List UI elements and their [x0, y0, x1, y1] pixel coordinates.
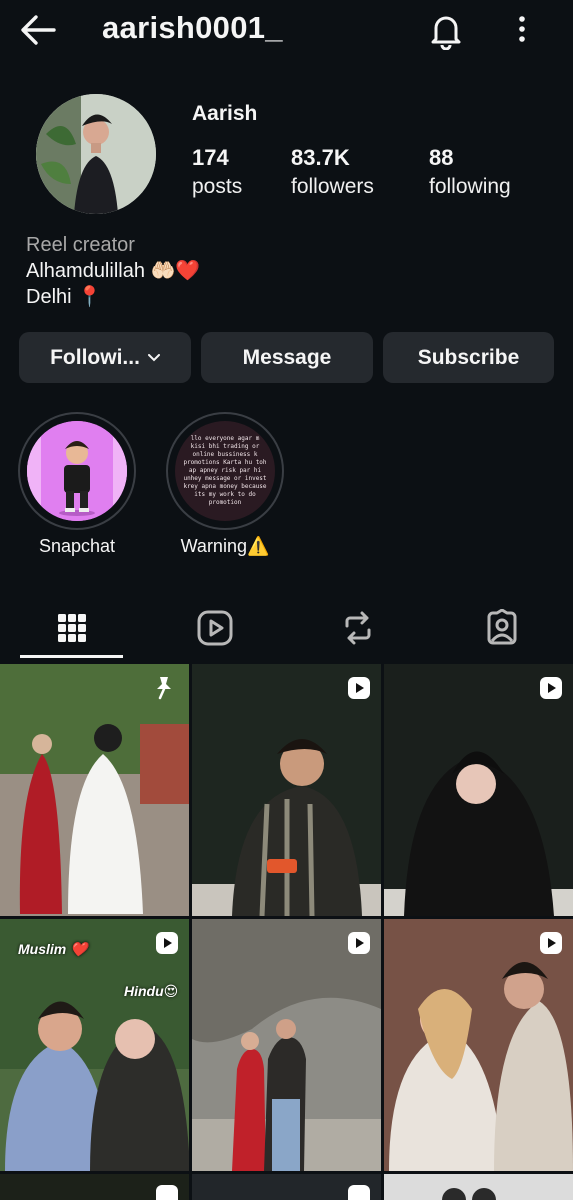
bio-line-2: Delhi 📍 — [26, 286, 103, 308]
top-bar: aarish0001_ — [0, 0, 573, 60]
subscribe-button[interactable]: Subscribe — [383, 332, 554, 383]
following-count: 88 — [429, 145, 454, 170]
highlight-ring: llo everyone agar m kisi bhi trading or … — [166, 412, 284, 530]
grid-post[interactable] — [384, 1174, 573, 1200]
posts-label: posts — [192, 175, 243, 198]
chevron-down-icon — [147, 353, 160, 361]
reel-indicator-icon — [156, 932, 178, 954]
back-button[interactable] — [18, 12, 58, 48]
grid-post[interactable] — [384, 664, 573, 916]
tab-posts-grid[interactable] — [0, 598, 143, 658]
post-thumbnail — [384, 919, 573, 1171]
snapchat-highlight-cover — [27, 421, 127, 521]
avatar-photo — [36, 94, 156, 214]
message-button-label: Message — [242, 345, 332, 369]
grid-post[interactable] — [0, 1174, 189, 1200]
tagged-user-icon — [487, 609, 516, 645]
message-button[interactable]: Message — [201, 332, 373, 383]
active-tab-indicator — [20, 655, 123, 658]
highlight-warning[interactable]: llo everyone agar m kisi bhi trading or … — [166, 412, 284, 557]
reel-indicator-icon — [540, 932, 562, 954]
repost-icon — [345, 611, 370, 645]
reel-indicator-icon — [348, 932, 370, 954]
highlight-snapchat[interactable]: Snapchat — [18, 412, 136, 557]
highlight-ring — [18, 412, 136, 530]
tab-tagged[interactable] — [430, 598, 573, 658]
bitmoji-avatar — [27, 421, 127, 521]
followers-label: followers — [291, 175, 374, 198]
more-vertical-icon — [519, 16, 525, 42]
subscribe-button-label: Subscribe — [417, 345, 520, 369]
bio-line-1: Alhamdulillah 🤲🏻❤️ — [26, 260, 201, 282]
post-thumbnail — [384, 1174, 573, 1200]
following-button-label: Followi... — [50, 345, 140, 369]
reel-indicator-icon — [156, 1185, 178, 1200]
profile-avatar[interactable] — [36, 94, 156, 214]
grid-post[interactable]: Muslim ❤️ Hindu😍 — [0, 919, 189, 1171]
grid-post[interactable] — [192, 664, 381, 916]
grid-post[interactable] — [192, 919, 381, 1171]
following-stat[interactable]: 88 following — [429, 144, 511, 202]
posts-grid: Muslim ❤️ Hindu😍 — [0, 664, 573, 1200]
grid-post[interactable] — [0, 664, 189, 916]
reel-indicator-icon — [540, 677, 562, 699]
post-thumbnail — [192, 919, 381, 1171]
reels-icon — [197, 610, 232, 646]
reel-indicator-icon — [348, 1185, 370, 1200]
grid-icon — [57, 614, 86, 642]
posts-count: 174 — [192, 145, 229, 170]
posts-stat[interactable]: 174 posts — [192, 144, 242, 202]
post-thumbnail — [0, 664, 189, 916]
tab-reels[interactable] — [143, 598, 286, 658]
profile-username: aarish0001_ — [102, 10, 283, 45]
bio-category: Reel creator — [26, 234, 135, 256]
arrow-left-icon — [21, 15, 56, 45]
post-thumbnail — [192, 664, 381, 916]
post-thumbnail — [384, 664, 573, 916]
profile-tabs — [0, 598, 573, 662]
grid-post[interactable] — [384, 919, 573, 1171]
bell-icon — [431, 16, 461, 51]
post-caption-hindu: Hindu😍 — [124, 983, 179, 999]
post-caption-muslim: Muslim ❤️ — [18, 941, 88, 957]
reel-indicator-icon — [348, 677, 370, 699]
following-button[interactable]: Followi... — [19, 332, 191, 383]
tab-reposts[interactable] — [286, 598, 429, 658]
following-label: following — [429, 175, 511, 198]
pin-icon — [157, 677, 171, 700]
highlight-label: Warning⚠️ — [180, 536, 270, 556]
followers-stat[interactable]: 83.7K followers — [291, 144, 374, 202]
notifications-button[interactable] — [426, 10, 466, 51]
followers-count: 83.7K — [291, 145, 350, 170]
profile-bio: Reel creator Alhamdulillah 🤲🏻❤️ Delhi 📍 — [26, 232, 200, 310]
display-name: Aarish — [192, 102, 258, 125]
warning-highlight-text: llo everyone agar m kisi bhi trading or … — [183, 435, 267, 506]
warning-highlight-cover: llo everyone agar m kisi bhi trading or … — [175, 421, 275, 521]
grid-post[interactable] — [192, 1174, 381, 1200]
more-options-button[interactable] — [510, 12, 534, 48]
highlight-label: Snapchat — [38, 536, 116, 556]
